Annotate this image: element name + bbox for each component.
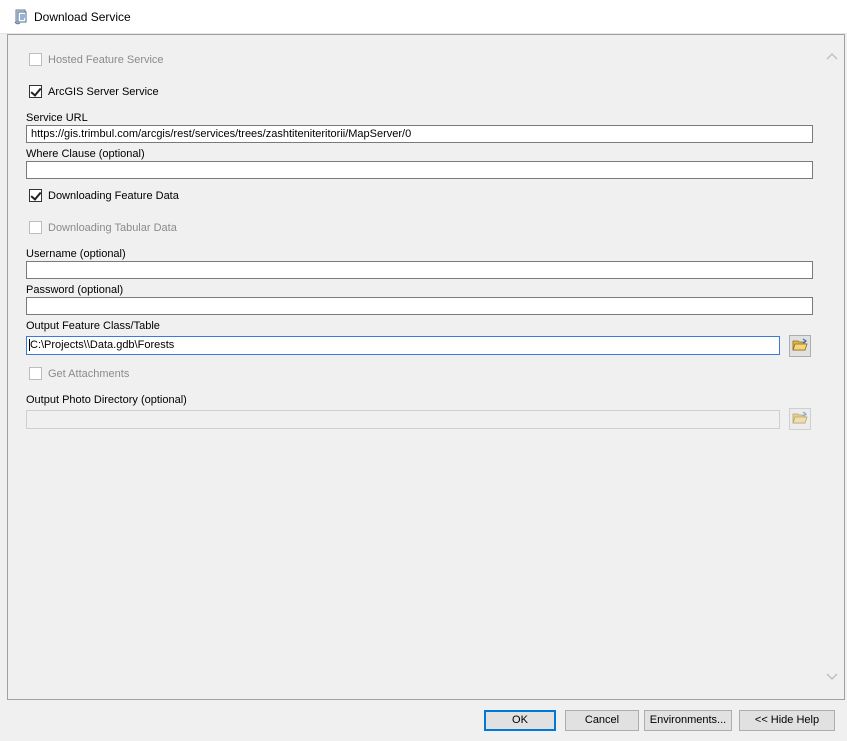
get-attachments-label: Get Attachments [48,367,130,380]
service-url-label: Service URL [26,112,88,124]
output-feature-class-input[interactable]: C:\Projects\\Data.gdb\Forests [26,336,780,355]
output-photo-directory-label: Output Photo Directory (optional) [26,394,187,406]
title-bar: Download Service [0,0,847,34]
output-feature-class-label: Output Feature Class/Table [26,320,160,332]
username-label: Username (optional) [26,248,126,260]
downloading-tabular-data-checkbox [29,221,42,234]
checkmark-icon [30,189,42,201]
where-clause-label: Where Clause (optional) [26,148,145,160]
checkmark-icon [30,85,42,97]
output-photo-directory-input [26,410,780,429]
downloading-feature-data-label: Downloading Feature Data [48,189,179,202]
cancel-button[interactable]: Cancel [565,710,639,731]
open-folder-icon [792,338,808,355]
chevron-up-icon[interactable] [825,49,839,63]
script-tool-icon [13,8,29,26]
password-input[interactable] [26,297,813,315]
hosted-feature-service-checkbox [29,53,42,66]
get-attachments-option: Get Attachments [29,367,129,380]
window-title: Download Service [34,10,131,24]
environments-button[interactable]: Environments... [644,710,732,731]
username-input[interactable] [26,261,813,279]
hosted-feature-service-label: Hosted Feature Service [48,53,164,66]
arcgis-server-service-option[interactable]: ArcGIS Server Service [29,85,159,98]
where-clause-input[interactable] [26,161,813,179]
arcgis-server-service-checkbox[interactable] [29,85,42,98]
output-feature-class-browse-button[interactable] [789,335,811,357]
service-url-input[interactable]: https://gis.trimbul.com/arcgis/rest/serv… [26,125,813,143]
get-attachments-checkbox [29,367,42,380]
chevron-down-icon[interactable] [825,670,839,684]
hide-help-button[interactable]: << Hide Help [739,710,835,731]
arcgis-server-service-label: ArcGIS Server Service [48,85,159,98]
downloading-tabular-data-label: Downloading Tabular Data [48,221,177,234]
open-folder-icon [792,411,808,428]
ok-button[interactable]: OK [484,710,556,731]
downloading-tabular-data-option: Downloading Tabular Data [29,221,177,234]
downloading-feature-data-checkbox[interactable] [29,189,42,202]
window-frame-left [0,34,7,741]
output-photo-directory-browse-button [789,408,811,430]
password-label: Password (optional) [26,284,124,296]
downloading-feature-data-option[interactable]: Downloading Feature Data [29,189,179,202]
output-feature-class-value: C:\Projects\\Data.gdb\Forests [30,339,175,351]
hosted-feature-service-option: Hosted Feature Service [29,53,164,66]
